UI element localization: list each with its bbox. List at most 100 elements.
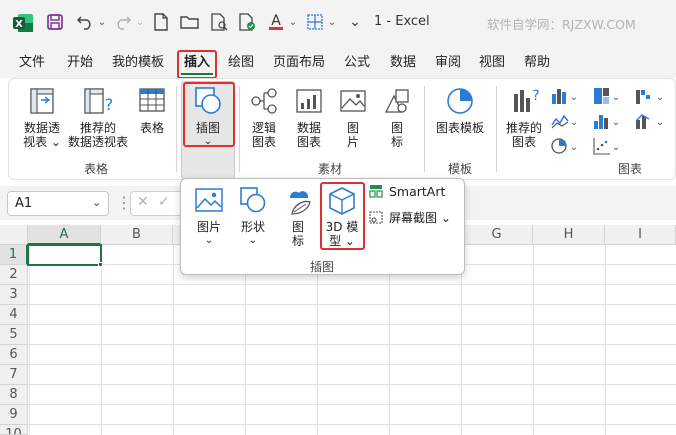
tab-home[interactable]: 开始	[60, 53, 100, 75]
column-header-h[interactable]: H	[533, 225, 605, 245]
tab-my-templates[interactable]: 我的模板	[106, 53, 170, 75]
svg-text:⌄: ⌄	[570, 92, 578, 103]
cancel-entry-icon[interactable]: ✕	[137, 194, 149, 210]
row-header-8[interactable]: 8	[0, 385, 28, 405]
smart-diagram-button[interactable]: 逻辑 图表	[244, 86, 284, 149]
row-header-1[interactable]: 1	[0, 245, 28, 265]
svg-text:⌄: ⌄	[612, 142, 620, 153]
column-header-g[interactable]: G	[461, 225, 533, 245]
chart-template-button[interactable]: 图表模板	[430, 86, 490, 135]
column-chart-button[interactable]: ⌄	[550, 86, 580, 106]
open-folder-icon[interactable]	[178, 11, 202, 33]
pivot-table-label-1: 数据透	[23, 121, 60, 135]
tab-draw[interactable]: 绘图	[223, 53, 259, 75]
data-chart-button[interactable]: 数据 图表	[289, 86, 329, 149]
screenshot-button[interactable]: 屏幕截图 ⌄	[368, 208, 462, 226]
smartart-label: SmartArt	[389, 183, 446, 199]
icon-material-icon	[384, 89, 409, 113]
tab-insert[interactable]: 插入	[181, 53, 213, 75]
hierarchy-chart-icon: ⌄	[594, 88, 620, 104]
svg-text:?: ?	[105, 95, 114, 114]
row-header-3[interactable]: 3	[0, 285, 28, 305]
row-header-10[interactable]: 10	[0, 425, 28, 435]
hierarchy-chart-button[interactable]: ⌄	[592, 86, 622, 106]
name-box-value: A1	[15, 196, 33, 211]
redo-icon[interactable]	[112, 11, 134, 33]
customize-qat-icon[interactable]: ⌄	[348, 11, 362, 33]
3d-models-button[interactable]: 3D 模 型 ⌄	[322, 186, 362, 248]
pictures-button[interactable]: 图片 ⌄	[188, 186, 230, 248]
icons-button[interactable]: 图 标	[278, 186, 318, 248]
confirm-entry-icon[interactable]: ✓	[158, 194, 170, 210]
table-button[interactable]: 表格	[134, 86, 170, 135]
font-color-dropdown-icon[interactable]: ⌄	[287, 11, 299, 33]
tab-review[interactable]: 审阅	[430, 53, 466, 75]
name-box-dropdown-icon[interactable]: ⌄	[92, 196, 101, 209]
font-color-icon[interactable]: A	[265, 11, 287, 33]
pie-chart-button[interactable]: ⌄	[550, 136, 580, 156]
active-cell-a1[interactable]	[27, 244, 102, 266]
row-header-5[interactable]: 5	[0, 325, 28, 345]
borders-dropdown-icon[interactable]: ⌄	[326, 11, 338, 33]
save-icon[interactable]	[44, 11, 66, 33]
svg-text:A: A	[271, 13, 281, 29]
undo-dropdown-icon[interactable]: ⌄	[96, 11, 108, 33]
scatter-chart-button[interactable]: ⌄	[592, 136, 622, 156]
data-chart-icon	[296, 89, 322, 113]
icon-material-label-2: 标	[390, 135, 403, 149]
shapes-dropdown-icon: ⌄	[248, 235, 258, 246]
undo-icon[interactable]	[74, 11, 96, 33]
row-header-2[interactable]: 2	[0, 265, 28, 285]
pivot-table-label-2: 视表 ⌄	[23, 135, 61, 149]
line-chart-icon: ⌄	[551, 114, 578, 129]
pie-chart-icon: ⌄	[551, 138, 578, 154]
picture-material-button[interactable]: 图 片	[334, 86, 372, 149]
line-chart-button[interactable]: ⌄	[550, 111, 580, 131]
row-header-7[interactable]: 7	[0, 365, 28, 385]
icon-material-button[interactable]: 图 标	[378, 86, 416, 149]
redo-dropdown-icon[interactable]: ⌄	[134, 11, 146, 33]
print-preview-icon[interactable]	[207, 11, 231, 33]
smartart-button[interactable]: SmartArt	[368, 182, 462, 200]
column-header-a[interactable]: A	[28, 225, 101, 245]
tab-view[interactable]: 视图	[474, 53, 510, 75]
templates-group-label: 模板	[447, 162, 472, 176]
screenshot-icon	[369, 211, 383, 224]
ribbon-separator-4	[496, 86, 497, 172]
illustrations-icon	[195, 87, 221, 114]
shapes-button[interactable]: 形状 ⌄	[232, 186, 274, 248]
pivot-table-button[interactable]: 数据透 视表 ⌄	[16, 86, 68, 149]
svg-text:?: ?	[532, 88, 539, 104]
recommended-pivot-icon: ?	[84, 88, 114, 114]
svg-text:⌄: ⌄	[570, 142, 578, 153]
recommended-charts-label-1: 推荐的	[505, 121, 542, 135]
pictures-label: 图片	[196, 220, 221, 234]
illustrations-button[interactable]: 插图 ⌄	[186, 86, 230, 149]
borders-icon[interactable]	[304, 11, 326, 33]
row-header-9[interactable]: 9	[0, 405, 28, 425]
tab-file[interactable]: 文件	[12, 53, 52, 75]
recommended-pivot-button[interactable]: ? 推荐的 数据透视表	[66, 86, 130, 149]
tab-data[interactable]: 数据	[384, 53, 422, 75]
recommended-charts-button[interactable]: ? 推荐的 图表	[502, 86, 546, 149]
combo-chart-button[interactable]: ⌄	[634, 111, 668, 131]
tab-formulas[interactable]: 公式	[338, 53, 376, 75]
statistic-chart-button[interactable]: ⌄	[592, 111, 622, 131]
svg-text:⌄: ⌄	[656, 92, 664, 103]
materials-group-label: 素材	[317, 162, 342, 176]
row-header-4[interactable]: 4	[0, 305, 28, 325]
waterfall-chart-button[interactable]: ⌄	[634, 86, 668, 106]
shapes-icon	[240, 187, 266, 213]
watermark-text: 软件自学网：RJZXW.COM	[487, 17, 636, 32]
spelling-check-icon[interactable]	[235, 11, 259, 33]
tab-help[interactable]: 帮助	[518, 53, 556, 75]
3d-models-label-2: 型 ⌄	[329, 234, 355, 248]
column-header-b[interactable]: B	[101, 225, 173, 245]
tab-page-layout[interactable]: 页面布局	[269, 53, 329, 75]
new-file-icon[interactable]	[150, 11, 172, 33]
column-header-i[interactable]: I	[605, 225, 676, 245]
combo-chart-icon: ⌄	[635, 114, 664, 129]
fill-handle[interactable]	[98, 262, 103, 267]
row-header-6[interactable]: 6	[0, 345, 28, 365]
select-all-corner[interactable]	[0, 225, 28, 245]
